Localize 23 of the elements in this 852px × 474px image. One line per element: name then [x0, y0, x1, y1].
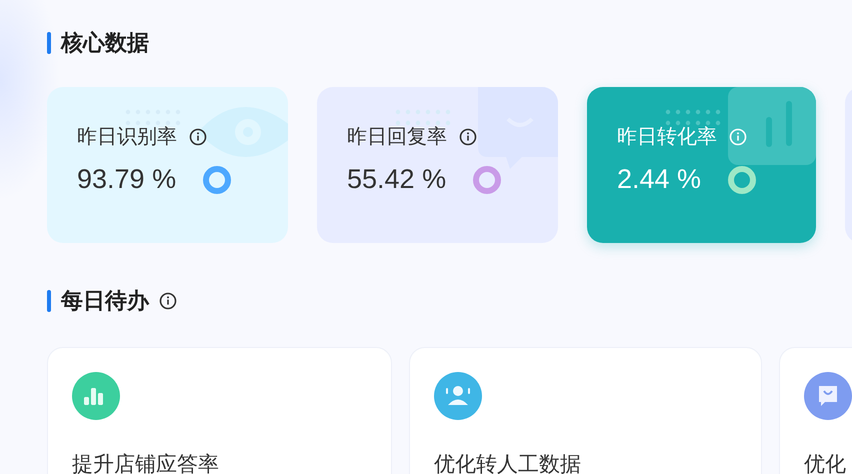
stat-label: 昨日识别率 [77, 123, 177, 150]
stat-card[interactable]: 昨日回复率 55.42 % [317, 87, 558, 243]
todo-title: 提升店铺应答率 [72, 451, 220, 474]
stat-label: 昨日转化率 [617, 123, 717, 150]
person-icon [434, 372, 482, 420]
section-title: 核心数据 [61, 30, 149, 58]
todo-title: 优化 [804, 451, 847, 474]
info-icon[interactable] [459, 128, 477, 146]
stat-value: 2.44 % [617, 164, 702, 195]
todo-card[interactable]: 优化 [779, 347, 852, 474]
info-icon[interactable] [159, 292, 177, 310]
todo-card[interactable]: 提升店铺应答率 [47, 347, 392, 474]
section-title: 每日待办 [61, 288, 149, 316]
chat-bag-icon [804, 372, 852, 420]
stat-card[interactable]: 昨日识别率 93.79 % [47, 87, 288, 243]
todo-card[interactable]: 优化转人工数据 [409, 347, 762, 474]
bar-chart-icon [72, 372, 120, 420]
info-icon[interactable] [189, 128, 207, 146]
stat-value: 93.79 % [77, 164, 176, 195]
stat-value: 55.42 % [347, 164, 446, 195]
dot-pattern [665, 109, 721, 127]
stat-label: 昨日回复率 [347, 123, 447, 150]
todo-title: 优化转人工数据 [434, 451, 582, 474]
